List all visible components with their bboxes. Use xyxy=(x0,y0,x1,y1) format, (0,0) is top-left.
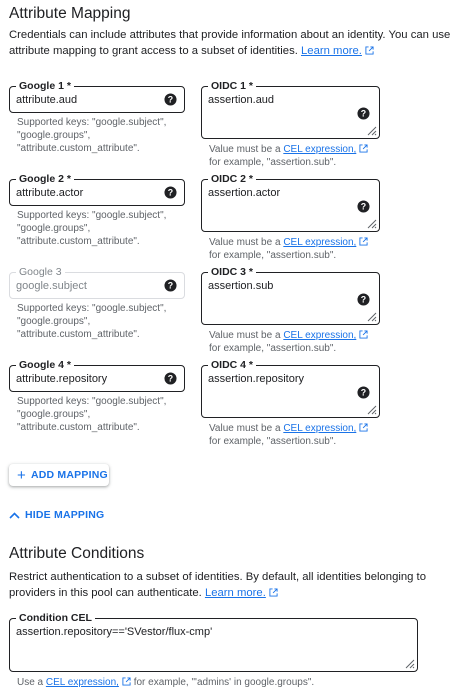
oidc-2-field[interactable]: OIDC 2 * assertion.actor ? xyxy=(201,172,380,232)
add-mapping-button[interactable]: + ADD MAPPING xyxy=(9,464,109,486)
oidc-hint-suffix: for example, "assertion.sub". xyxy=(209,343,337,354)
svg-text:?: ? xyxy=(168,95,173,105)
condition-hint: Use a CEL expression, for example, "'adm… xyxy=(17,676,457,689)
open-in-new-icon xyxy=(365,46,374,55)
conditions-learn-more-link[interactable]: Learn more. xyxy=(205,587,266,599)
oidc-4-cel-expression-link[interactable]: CEL expression, xyxy=(283,423,356,434)
open-in-new-icon xyxy=(122,677,131,686)
help-circle-icon[interactable]: ? xyxy=(164,279,177,292)
google-1-field[interactable]: Google 1 * attribute.aud ? xyxy=(9,79,185,113)
oidc-4-hint: Value must be a CEL expression, for exam… xyxy=(209,422,439,448)
resize-handle-icon[interactable] xyxy=(365,217,377,229)
google-2-hint: Supported keys: "google.subject", "googl… xyxy=(17,210,167,247)
oidc-4-label: OIDC 4 * xyxy=(208,358,257,372)
oidc-hint-prefix: Value must be a xyxy=(209,237,281,248)
google-2-label: Google 2 * xyxy=(16,172,74,186)
oidc-1-hint: Value must be a CEL expression, for exam… xyxy=(209,143,439,169)
google-2-field[interactable]: Google 2 * attribute.actor ? xyxy=(9,172,185,206)
oidc-3-value: assertion.sub xyxy=(208,280,274,292)
oidc-1-label: OIDC 1 * xyxy=(208,79,257,93)
svg-text:?: ? xyxy=(361,295,366,305)
mapping-learn-more-link[interactable]: Learn more. xyxy=(301,45,362,57)
oidc-1-field[interactable]: OIDC 1 * assertion.aud ? xyxy=(201,79,380,139)
oidc-3-label: OIDC 3 * xyxy=(208,265,257,279)
section-title-attribute-mapping: Attribute Mapping xyxy=(9,5,131,22)
oidc-2-cel-expression-link[interactable]: CEL expression, xyxy=(283,237,356,248)
svg-text:?: ? xyxy=(168,281,173,291)
google-3-field: Google 3 google.subject ? xyxy=(9,265,185,299)
oidc-4-field[interactable]: OIDC 4 * assertion.repository ? xyxy=(201,358,380,418)
svg-text:?: ? xyxy=(361,109,366,119)
google-3-hint: Supported keys: "google.subject", "googl… xyxy=(17,303,167,340)
svg-text:?: ? xyxy=(168,374,173,384)
open-in-new-icon xyxy=(269,588,278,597)
condition-cel-value: assertion.repository=='SVestor/flux-cmp' xyxy=(16,626,213,638)
help-circle-icon[interactable]: ? xyxy=(164,372,177,385)
add-mapping-label: ADD MAPPING xyxy=(30,469,108,481)
google-4-field[interactable]: Google 4 * attribute.repository ? xyxy=(9,358,185,392)
oidc-2-value: assertion.actor xyxy=(208,187,281,199)
oidc-2-hint: Value must be a CEL expression, for exam… xyxy=(209,236,439,262)
help-circle-icon[interactable]: ? xyxy=(357,107,370,120)
help-circle-icon[interactable]: ? xyxy=(164,93,177,106)
svg-text:?: ? xyxy=(361,388,366,398)
hide-mapping-label: HIDE MAPPING xyxy=(25,509,105,521)
resize-handle-icon[interactable] xyxy=(365,403,377,415)
mapping-description: Credentials can include attributes that … xyxy=(9,27,464,59)
open-in-new-icon xyxy=(359,144,368,153)
mapping-description-text: Credentials can include attributes that … xyxy=(9,29,451,57)
resize-handle-icon[interactable] xyxy=(365,310,377,322)
open-in-new-icon xyxy=(359,237,368,246)
google-4-label: Google 4 * xyxy=(16,358,74,372)
help-circle-icon[interactable]: ? xyxy=(357,293,370,306)
google-1-value: attribute.aud xyxy=(16,94,78,106)
google-3-value: google.subject xyxy=(16,280,87,292)
condition-cel-label: Condition CEL xyxy=(16,611,95,625)
help-circle-icon[interactable]: ? xyxy=(357,386,370,399)
help-circle-icon[interactable]: ? xyxy=(357,200,370,213)
google-2-value: attribute.actor xyxy=(16,187,84,199)
oidc-3-field[interactable]: OIDC 3 * assertion.sub ? xyxy=(201,265,380,325)
google-3-label: Google 3 xyxy=(16,265,65,279)
open-in-new-icon xyxy=(359,330,368,339)
svg-text:?: ? xyxy=(168,188,173,198)
oidc-1-cel-expression-link[interactable]: CEL expression, xyxy=(283,144,356,155)
help-circle-icon[interactable]: ? xyxy=(164,186,177,199)
condition-cel-field[interactable]: Condition CEL assertion.repository=='SVe… xyxy=(9,611,418,672)
oidc-hint-suffix: for example, "assertion.sub". xyxy=(209,250,337,261)
oidc-hint-suffix: for example, "assertion.sub". xyxy=(209,436,337,447)
google-4-value: attribute.repository xyxy=(16,373,108,385)
oidc-2-label: OIDC 2 * xyxy=(208,172,257,186)
hide-mapping-button[interactable]: HIDE MAPPING xyxy=(9,507,104,523)
chevron-up-icon xyxy=(9,511,20,519)
oidc-hint-prefix: Value must be a xyxy=(209,144,281,155)
condition-hint-prefix: Use a xyxy=(17,677,44,688)
conditions-description: Restrict authentication to a subset of i… xyxy=(9,569,464,601)
plus-icon: + xyxy=(17,466,26,484)
oidc-3-hint: Value must be a CEL expression, for exam… xyxy=(209,329,439,355)
google-4-hint: Supported keys: "google.subject", "googl… xyxy=(17,396,167,433)
open-in-new-icon xyxy=(359,423,368,432)
condition-cel-expression-link[interactable]: CEL expression, xyxy=(46,677,119,688)
oidc-hint-prefix: Value must be a xyxy=(209,423,281,434)
google-1-label: Google 1 * xyxy=(16,79,74,93)
section-title-attribute-conditions: Attribute Conditions xyxy=(9,545,145,562)
resize-handle-icon[interactable] xyxy=(403,657,415,669)
resize-handle-icon[interactable] xyxy=(365,124,377,136)
oidc-1-value: assertion.aud xyxy=(208,94,275,106)
oidc-hint-prefix: Value must be a xyxy=(209,330,281,341)
condition-hint-suffix: for example, "'admins' in google.groups"… xyxy=(133,677,315,688)
oidc-hint-suffix: for example, "assertion.sub". xyxy=(209,157,337,168)
oidc-4-value: assertion.repository xyxy=(208,373,304,385)
oidc-3-cel-expression-link[interactable]: CEL expression, xyxy=(283,330,356,341)
svg-text:?: ? xyxy=(361,202,366,212)
google-1-hint: Supported keys: "google.subject", "googl… xyxy=(17,117,167,154)
